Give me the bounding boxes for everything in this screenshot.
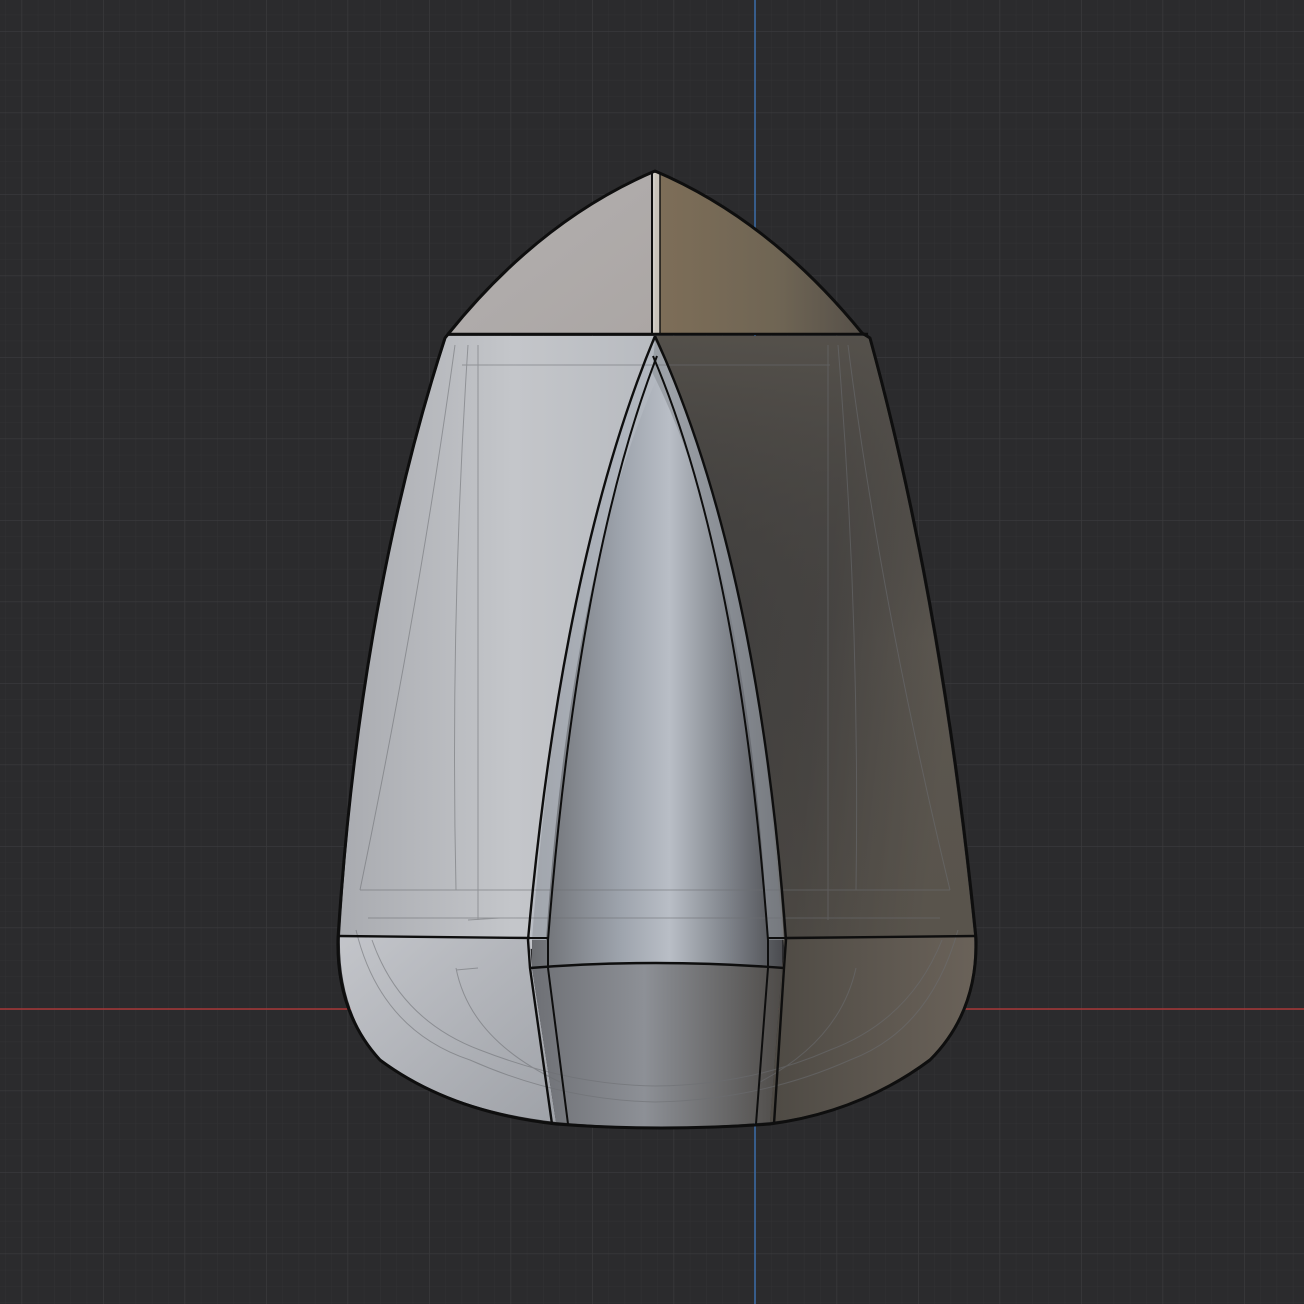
mesh-cap-ridge bbox=[652, 173, 660, 333]
mesh-bottom-center bbox=[532, 964, 782, 1127]
3d-viewport[interactable] bbox=[0, 0, 1304, 1304]
